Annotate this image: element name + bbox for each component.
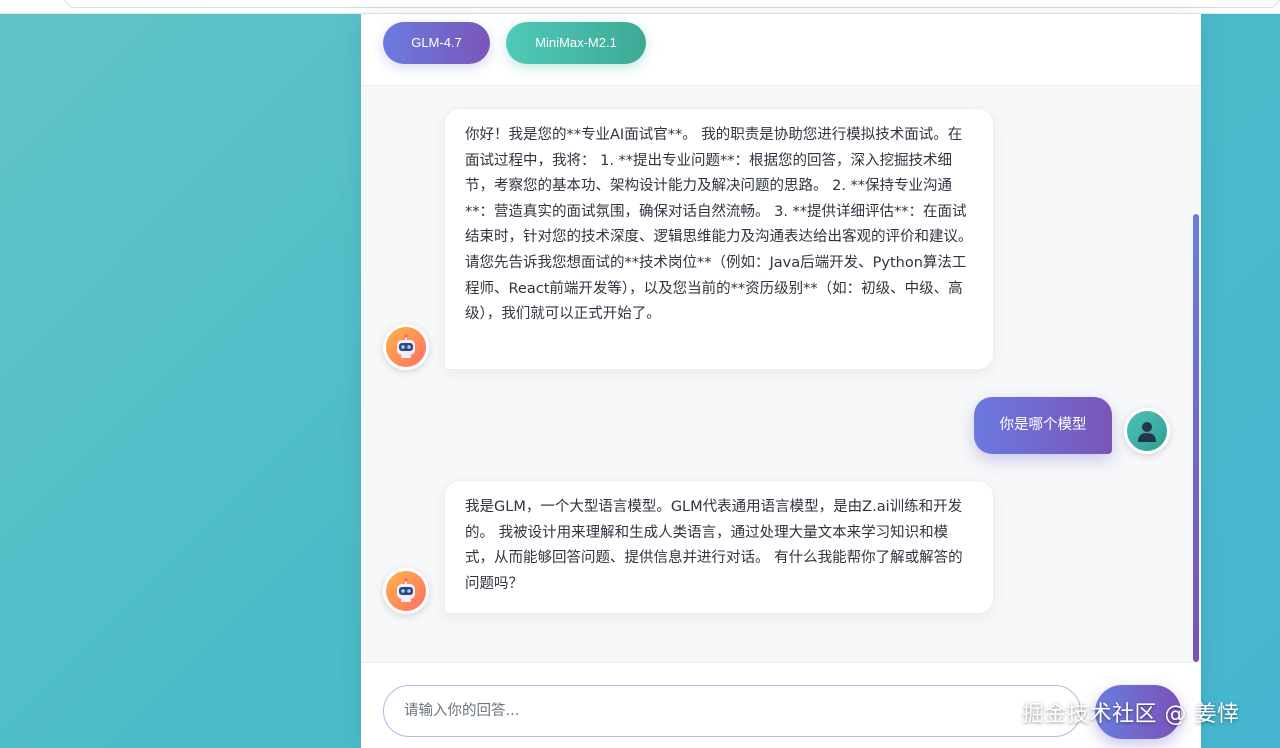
user-icon xyxy=(1138,422,1156,442)
browser-address-strip xyxy=(0,0,1280,14)
bot-message: 你好！我是您的**专业AI面试官**。 我的职责是协助您进行模拟技术面试。在面试… xyxy=(444,108,994,370)
model-button-minimax[interactable]: MiniMax-M2.1 xyxy=(506,22,646,64)
model-selector-bar: GLM-4.7 MiniMax-M2.1 xyxy=(361,14,1201,86)
message-list: 你好！我是您的**专业AI面试官**。 我的职责是协助您进行模拟技术面试。在面试… xyxy=(361,86,1201,662)
address-bar[interactable] xyxy=(64,0,1280,8)
answer-input[interactable] xyxy=(383,685,1081,737)
watermark: 掘金技术社区 @ 姜悻 xyxy=(1022,702,1240,727)
chat-scrollbar[interactable] xyxy=(1191,86,1201,662)
user-message: 你是哪个模型 xyxy=(974,397,1112,454)
scrollbar-thumb[interactable] xyxy=(1193,214,1199,662)
bot-avatar xyxy=(383,324,429,370)
chat-panel: GLM-4.7 MiniMax-M2.1 你好！我是您的**专业AI面试官**。… xyxy=(361,14,1201,748)
bot-avatar xyxy=(383,568,429,614)
bot-message: 我是GLM，一个大型语言模型。GLM代表通用语言模型，是由Z.ai训练和开发的。… xyxy=(444,480,994,614)
model-button-glm[interactable]: GLM-4.7 xyxy=(383,22,490,64)
robot-icon xyxy=(397,578,415,602)
robot-icon xyxy=(397,334,415,358)
user-avatar xyxy=(1124,408,1170,454)
